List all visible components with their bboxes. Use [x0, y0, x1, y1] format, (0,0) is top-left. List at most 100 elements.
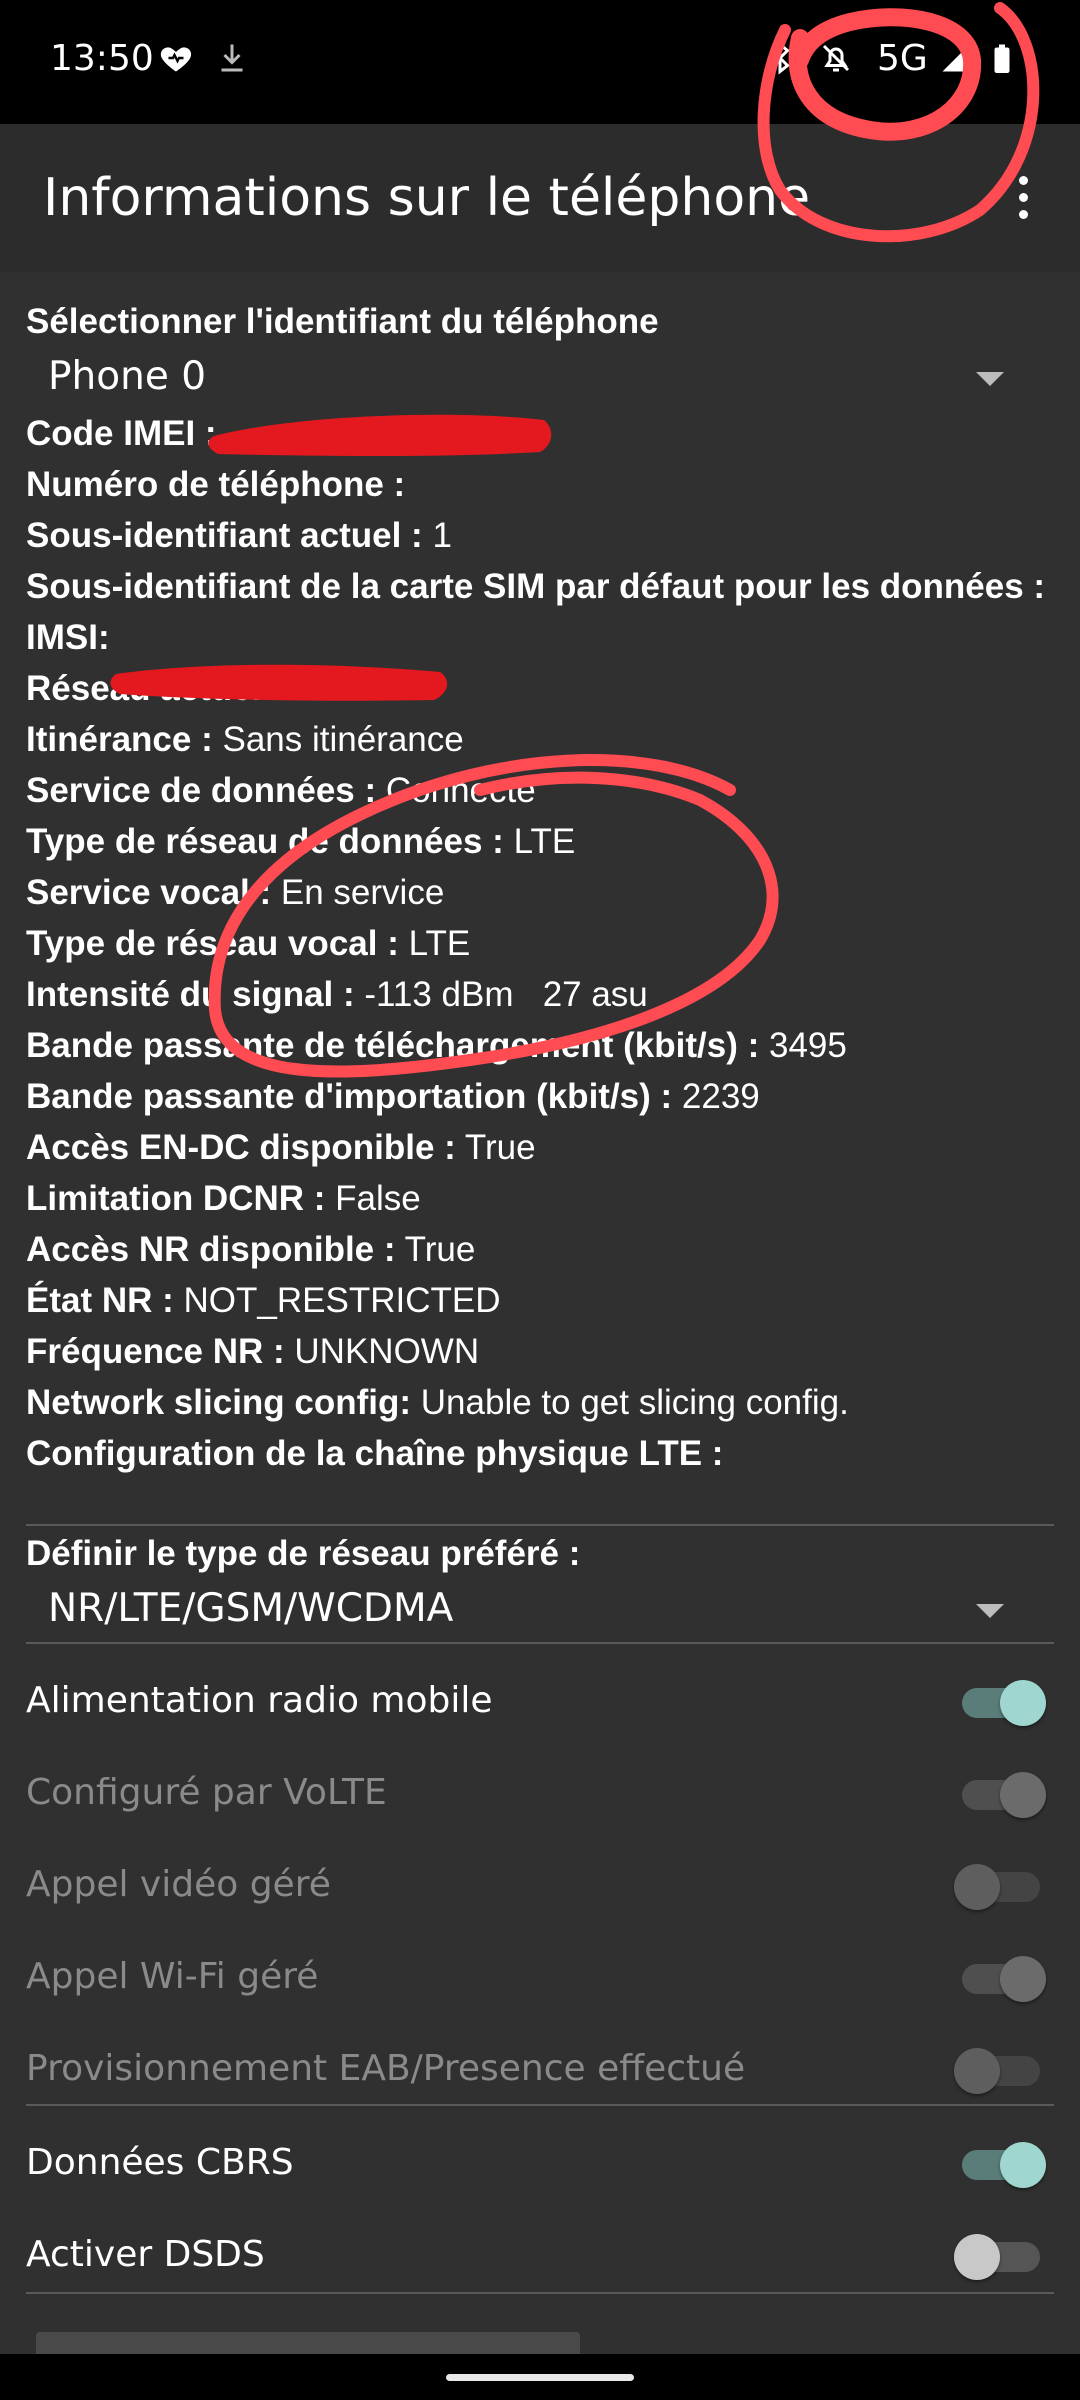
info-label: Réseau actuel : — [26, 669, 283, 708]
bottom-button[interactable] — [36, 2332, 580, 2354]
toggle-label: Appel Wi-Fi géré — [26, 1956, 319, 1997]
info-row-data-service: Service de données : Connecté — [26, 765, 1066, 816]
volte-provisioned-switch — [960, 1772, 1046, 1818]
download-icon — [221, 44, 243, 72]
app-bar: Informations sur le téléphone — [0, 124, 1080, 272]
info-row-nr-state: État NR : NOT_RESTRICTED — [26, 1275, 1066, 1326]
info-value: -113 dBm 27 asu — [364, 975, 648, 1014]
info-label: Numéro de téléphone : — [26, 465, 406, 504]
more-vert-icon[interactable] — [1008, 176, 1038, 230]
eab-presence-switch — [954, 2048, 1044, 2094]
info-label: Intensité du signal : — [26, 975, 355, 1014]
toggle-label: Données CBRS — [26, 2142, 294, 2183]
info-row-downlink-bandwidth: Bande passante de téléchargement (kbit/s… — [26, 1020, 1066, 1071]
bluetooth-icon — [771, 41, 790, 75]
info-row-lte-physical-channel: Configuration de la chaîne physique LTE … — [26, 1428, 1066, 1479]
toggle-row-eab-presence: Provisionnement EAB/Presence effectué — [0, 2024, 1080, 2116]
info-label: Bande passante d'importation (kbit/s) : — [26, 1077, 673, 1116]
chevron-down-icon — [976, 1604, 1004, 1618]
info-label: IMSI: — [26, 618, 110, 657]
info-value: Sans itinérance — [222, 720, 464, 759]
signal-icon — [942, 44, 970, 72]
info-value: 2239 — [681, 1077, 760, 1116]
phone-select-label: Sélectionner l'identifiant du téléphone — [26, 302, 659, 341]
chevron-down-icon — [976, 372, 1004, 386]
info-label: Itinérance : — [26, 720, 213, 759]
info-row-voice-service: Service vocal : En service — [26, 867, 1066, 918]
info-row-nr-frequency: Fréquence NR : UNKNOWN — [26, 1326, 1066, 1377]
info-value: 1 — [432, 516, 452, 555]
info-label: Service vocal : — [26, 873, 272, 912]
info-row-voice-network-type: Type de réseau vocal : LTE — [26, 918, 1066, 969]
toggle-row-cbrs-data[interactable]: Données CBRS — [0, 2118, 1080, 2210]
toggle-label: Alimentation radio mobile — [26, 1680, 493, 1721]
info-row-data-network-type: Type de réseau de données : LTE — [26, 816, 1066, 867]
divider — [26, 1524, 1054, 1526]
info-label: Type de réseau vocal : — [26, 924, 399, 963]
info-label: Sous-identifiant actuel : — [26, 516, 423, 555]
info-row-uplink-bandwidth: Bande passante d'importation (kbit/s) : … — [26, 1071, 1066, 1122]
info-row-roaming: Itinérance : Sans itinérance — [26, 714, 1066, 765]
info-value: LTE — [513, 822, 576, 861]
video-calling-switch — [954, 1864, 1044, 1910]
info-label: Fréquence NR : — [26, 1332, 285, 1371]
network-type-dropdown[interactable]: NR/LTE/GSM/WCDMA — [26, 1576, 1054, 1648]
info-row-endc-available: Accès EN-DC disponible : True — [26, 1122, 1066, 1173]
navigation-bar — [0, 2354, 1080, 2400]
info-row-imsi: IMSI: — [26, 612, 1066, 663]
info-row-network-slicing: Network slicing config: Unable to get sl… — [26, 1377, 1066, 1428]
info-label: Accès EN-DC disponible : — [26, 1128, 456, 1167]
info-label: Bande passante de téléchargement (kbit/s… — [26, 1026, 760, 1065]
info-list: Code IMEI : Numéro de téléphone : Sous-i… — [26, 408, 1066, 1479]
info-value: 3495 — [769, 1026, 847, 1065]
phone-info-content[interactable]: Sélectionner l'identifiant du téléphone … — [0, 272, 1080, 2354]
gesture-handle[interactable] — [446, 2374, 634, 2381]
info-value: En service — [280, 873, 445, 912]
divider — [26, 2104, 1054, 2106]
info-value: LTE — [408, 924, 471, 963]
info-value: BYTEL — [292, 669, 404, 708]
info-row-current-network: Réseau actuel : BYTEL — [26, 663, 1066, 714]
info-label: Type de réseau de données : — [26, 822, 504, 861]
page-title: Informations sur le téléphone — [43, 168, 811, 228]
toggle-label: Provisionnement EAB/Presence effectué — [26, 2048, 746, 2089]
info-label: État NR : — [26, 1281, 174, 1320]
info-row-nr-available: Accès NR disponible : True — [26, 1224, 1066, 1275]
info-value: True — [464, 1128, 536, 1167]
toggle-row-volte-provisioned: Configuré par VoLTE — [0, 1748, 1080, 1840]
info-row-sub-id: Sous-identifiant actuel : 1 — [26, 510, 1066, 561]
info-row-phone-number: Numéro de téléphone : — [26, 459, 1066, 510]
toggle-label: Appel vidéo géré — [26, 1864, 331, 1905]
network-type-indicator: 5G — [877, 38, 928, 79]
mobile-radio-power-switch[interactable] — [960, 1680, 1046, 1726]
info-label: Configuration de la chaîne physique LTE … — [26, 1434, 724, 1473]
toggle-row-mobile-radio-power[interactable]: Alimentation radio mobile — [0, 1656, 1080, 1748]
info-label: Code IMEI : — [26, 414, 217, 453]
info-value: Connecté — [385, 771, 536, 810]
battery-icon — [994, 44, 1010, 73]
phone-select-dropdown[interactable]: Phone 0 — [26, 344, 1054, 416]
toggle-row-dsds[interactable]: Activer DSDS — [0, 2210, 1080, 2302]
status-time: 13:50 — [50, 38, 154, 79]
network-type-label: Définir le type de réseau préféré : — [26, 1534, 581, 1573]
dsds-switch[interactable] — [954, 2234, 1044, 2280]
info-value: NOT_RESTRICTED — [183, 1281, 501, 1320]
info-label: Limitation DCNR : — [26, 1179, 326, 1218]
info-row-imei: Code IMEI : — [26, 408, 1066, 459]
toggle-label: Configuré par VoLTE — [26, 1772, 387, 1813]
toggle-label: Activer DSDS — [26, 2234, 265, 2275]
info-value: True — [404, 1230, 476, 1269]
info-value: False — [335, 1179, 421, 1218]
info-value: Unable to get slicing config. — [420, 1383, 849, 1422]
wifi-calling-switch — [960, 1956, 1046, 2002]
toggle-row-video-calling: Appel vidéo géré — [0, 1840, 1080, 1932]
bell-off-icon — [822, 44, 850, 72]
info-row-dcnr-restricted: Limitation DCNR : False — [26, 1173, 1066, 1224]
toggle-row-wifi-calling: Appel Wi-Fi géré — [0, 1932, 1080, 2024]
phone-select-value: Phone 0 — [48, 354, 207, 399]
info-label: Network slicing config: — [26, 1383, 412, 1422]
info-label: Sous-identifiant de la carte SIM par déf… — [26, 567, 1046, 606]
cbrs-data-switch[interactable] — [960, 2142, 1046, 2188]
info-row-signal-strength: Intensité du signal : -113 dBm 27 asu — [26, 969, 1066, 1020]
info-row-default-data-sub: Sous-identifiant de la carte SIM par déf… — [26, 561, 1066, 612]
